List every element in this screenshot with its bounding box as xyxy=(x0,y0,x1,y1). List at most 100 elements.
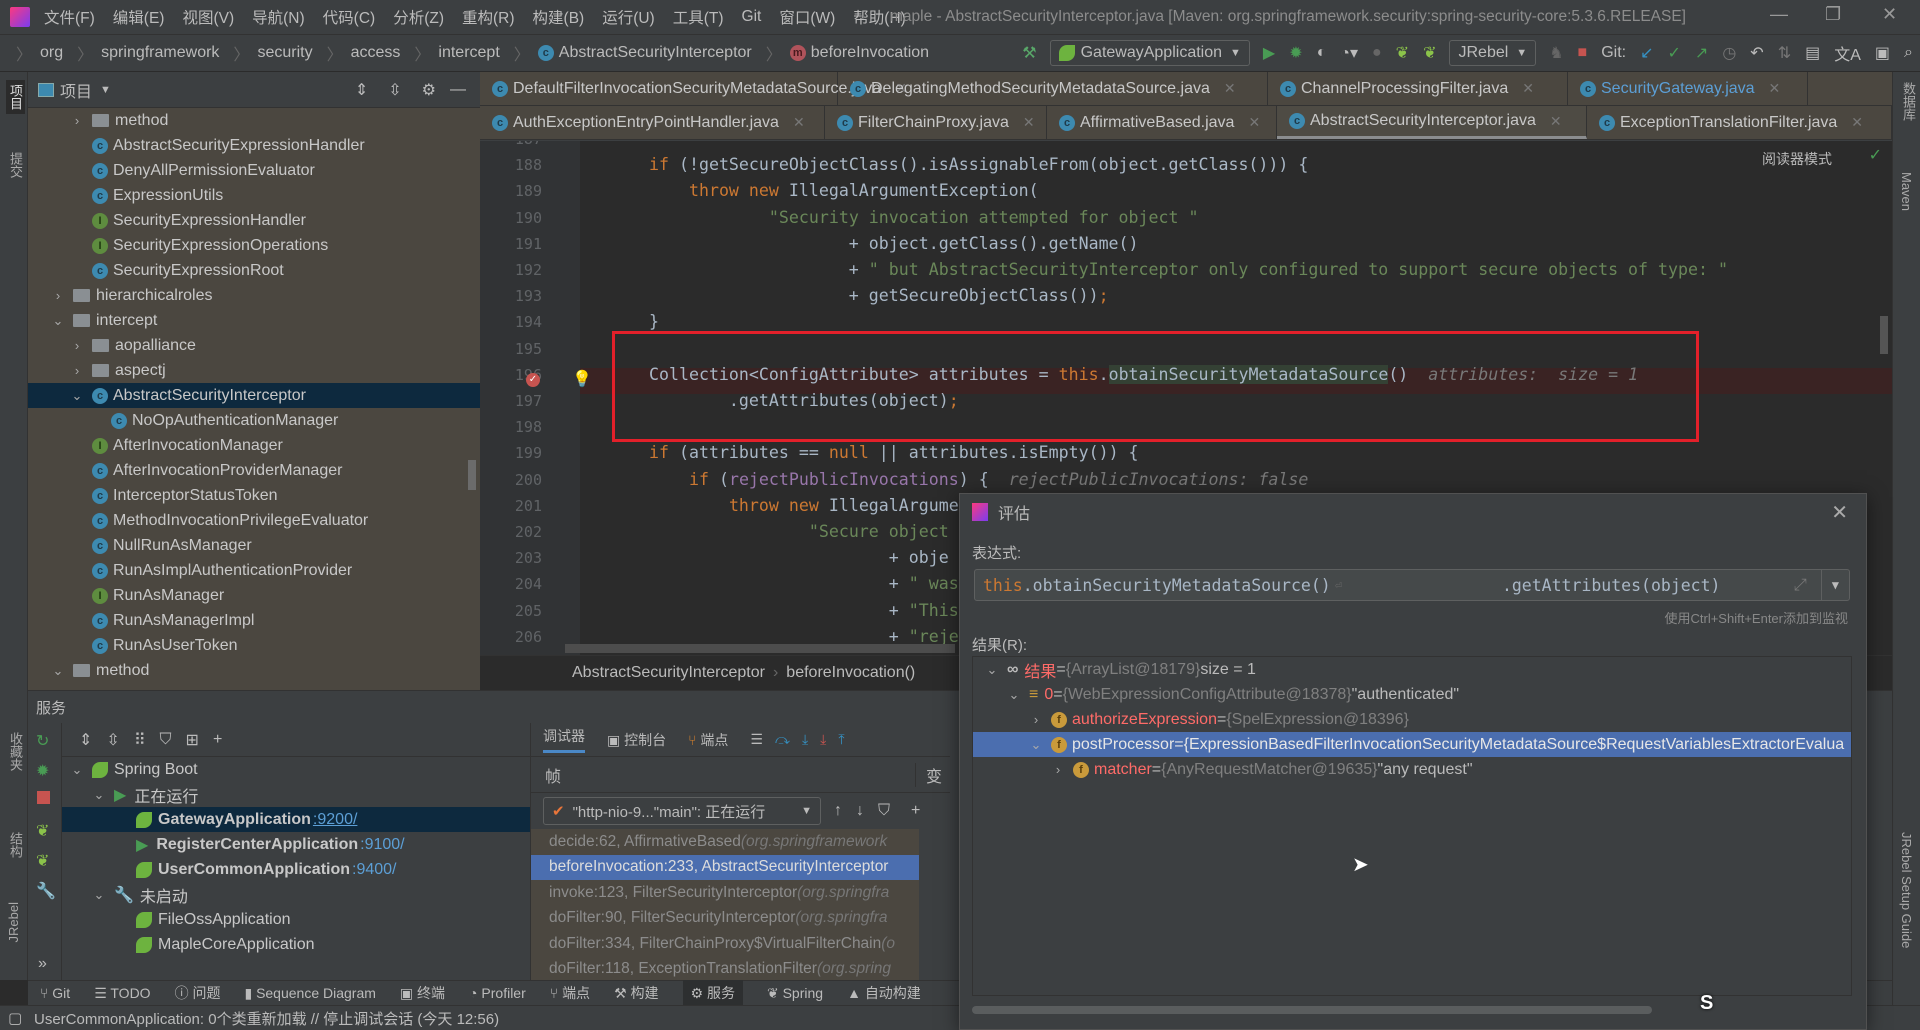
menu-item[interactable]: 视图(V) xyxy=(182,6,234,28)
build-hammer-icon[interactable]: ⚒ xyxy=(1022,43,1036,63)
tree-item[interactable]: c AfterInvocationProviderManager xyxy=(28,458,480,483)
jrebel-run-icon[interactable]: ❦ xyxy=(36,821,49,841)
expand-all-icon[interactable]: ⇕ xyxy=(79,730,92,750)
stack-frame[interactable]: decide:62, AffirmativeBased (org.springf… xyxy=(531,829,919,855)
jrebel-tool-tab[interactable]: JRebel xyxy=(6,902,21,942)
menu-item[interactable]: 重构(R) xyxy=(462,6,515,28)
expand-all-icon[interactable]: ⇕ xyxy=(355,80,368,100)
tree-item[interactable]: › method xyxy=(28,108,480,133)
menu-item[interactable]: Git xyxy=(742,8,762,26)
tree-item[interactable]: c ExpressionUtils xyxy=(28,183,480,208)
menu-item[interactable]: 运行(U) xyxy=(602,6,655,28)
service-item[interactable]: ⌄ 🔧 未启动 xyxy=(62,882,530,907)
tool-window-button[interactable]: ☰ TODO xyxy=(94,985,150,1002)
close-tab-icon[interactable]: ✕ xyxy=(1851,114,1863,131)
git-update-icon[interactable]: ↙ xyxy=(1640,43,1653,63)
tree-item[interactable]: c RunAsUserToken xyxy=(28,633,480,658)
menu-item[interactable]: 编辑(E) xyxy=(113,6,165,28)
maximize-button[interactable]: ❐ xyxy=(1825,4,1841,25)
close-icon[interactable]: ✕ xyxy=(1831,500,1848,525)
project-scrollbar[interactable] xyxy=(468,460,476,490)
chevron-icon[interactable]: ⌄ xyxy=(51,663,65,679)
result-row[interactable]: ⌄ ∞ 结果 = {ArrayList@18179} size = 1 xyxy=(973,657,1851,682)
result-row[interactable]: › f matcher = {AnyRequestMatcher@19635} "a… xyxy=(973,757,1851,782)
menu-item[interactable]: 代码(C) xyxy=(323,6,376,28)
tree-item[interactable]: c RunAsManagerImpl xyxy=(28,608,480,633)
git-commit-icon[interactable]: ✓ xyxy=(1668,43,1681,63)
jrebel-guide-tool-tab[interactable]: JRebel Setup Guide xyxy=(1899,832,1914,948)
project-tool-tab[interactable]: 项目 xyxy=(6,80,25,114)
service-item[interactable]: GatewayApplication:9200/ xyxy=(62,807,530,832)
search-icon[interactable]: ⌕ xyxy=(1904,44,1913,62)
chevron-icon[interactable]: ⌄ xyxy=(92,787,106,803)
stack-frame[interactable]: doFilter:334, FilterChainProxy$VirtualFi… xyxy=(531,931,919,957)
tree-item[interactable]: I SecurityExpressionOperations xyxy=(28,233,480,258)
git-push-icon[interactable]: ↗ xyxy=(1695,43,1708,63)
tree-item[interactable]: c SecurityExpressionRoot xyxy=(28,258,480,283)
structure-tool-tab[interactable]: 结构 xyxy=(6,832,25,858)
tree-item[interactable]: c AbstractSecurityExpressionHandler xyxy=(28,133,480,158)
editor-tab[interactable]: c SecurityGateway.java ✕ xyxy=(1568,72,1808,105)
more-icon[interactable]: » xyxy=(38,955,47,973)
new-tab-icon[interactable]: ⊞ xyxy=(186,730,199,750)
run-config-dropdown[interactable]: GatewayApplication ▼ xyxy=(1049,40,1250,66)
chevron-icon[interactable]: › xyxy=(70,113,84,128)
status-panel-icon[interactable]: ▢ xyxy=(8,1009,22,1027)
tool-window-button[interactable]: ▮ Sequence Diagram xyxy=(244,985,375,1002)
add-watch-icon[interactable]: + xyxy=(911,802,920,820)
tree-item[interactable]: ⌄ c AbstractSecurityInterceptor xyxy=(28,383,480,408)
tree-item[interactable]: c DenyAllPermissionEvaluator xyxy=(28,158,480,183)
service-port-link[interactable]: :9200/ xyxy=(313,811,357,829)
close-tab-icon[interactable]: ✕ xyxy=(1224,80,1236,97)
wrench-icon[interactable]: 🔧 xyxy=(36,881,56,901)
tree-item[interactable]: › aopalliance xyxy=(28,333,480,358)
chevron-icon[interactable]: ⌄ xyxy=(1007,687,1021,703)
tree-item[interactable]: › aspectj xyxy=(28,358,480,383)
service-item[interactable]: UserCommonApplication:9400/ xyxy=(62,857,530,882)
project-structure-icon[interactable]: ▤ xyxy=(1805,43,1820,63)
rerun-icon[interactable]: ↻ xyxy=(36,731,49,751)
tree-item[interactable]: c InterceptorStatusToken xyxy=(28,483,480,508)
collapse-all-icon[interactable]: ⇳ xyxy=(388,80,401,100)
expression-input[interactable]: this .obtainSecurityMetadataSource() ⏎ .… xyxy=(974,569,1850,601)
chevron-down-icon[interactable]: ▼ xyxy=(100,84,111,96)
tab-debugger[interactable]: 调试器 xyxy=(543,726,585,753)
service-item[interactable]: ▶ RegisterCenterApplication:9100/ xyxy=(62,832,530,857)
menu-item[interactable]: 文件(F) xyxy=(44,6,95,28)
breakpoint-icon[interactable]: ✓ xyxy=(526,373,540,387)
profile-icon[interactable]: ◔▾ xyxy=(1340,43,1358,63)
history-icon[interactable]: ◷ xyxy=(1722,43,1736,63)
evaluate-dialog-header[interactable]: 评估 xyxy=(960,494,1866,530)
lightbulb-icon[interactable]: 💡 xyxy=(572,369,592,389)
close-tab-icon[interactable]: ✕ xyxy=(1248,114,1260,131)
menu-item[interactable]: 构建(B) xyxy=(533,6,585,28)
next-frame-icon[interactable]: ↓ xyxy=(856,802,864,820)
editor-crumb-class[interactable]: AbstractSecurityInterceptor xyxy=(572,664,765,682)
result-hscrollbar[interactable] xyxy=(972,1006,1652,1014)
service-item[interactable]: MapleCoreApplication xyxy=(62,932,530,957)
tree-item[interactable]: c NullRunAsManager xyxy=(28,533,480,558)
step-out-icon[interactable]: ⤒ xyxy=(838,731,844,748)
tool-window-button[interactable]: ▣ 终端 xyxy=(400,983,445,1003)
result-row[interactable]: ⌄ ≡ 0 = {WebExpressionConfigAttribute@1837… xyxy=(973,682,1851,707)
chevron-icon[interactable]: ⌄ xyxy=(70,388,84,404)
tree-item[interactable]: ⌄ intercept xyxy=(28,308,480,333)
tool-window-button[interactable]: ⚙ 服务 xyxy=(682,980,743,1006)
tree-item[interactable]: c MethodInvocationPrivilegeEvaluator xyxy=(28,508,480,533)
stack-frame[interactable]: doFilter:90, FilterSecurityInterceptor (… xyxy=(531,905,919,931)
tool-window-button[interactable]: ⑂ 端点 xyxy=(550,983,590,1003)
tool-window-button[interactable]: ⑂ Git xyxy=(40,985,70,1001)
jrebel-logo-icon[interactable]: ♞ xyxy=(1549,43,1563,63)
jrebel-run-icon[interactable]: ❦ xyxy=(1396,43,1409,63)
stop-icon[interactable]: ■ xyxy=(1578,44,1588,62)
minimize-button[interactable]: — xyxy=(1770,4,1788,25)
layout-icon[interactable]: ☰ xyxy=(750,731,763,748)
service-item[interactable]: ⌄ Spring Boot xyxy=(62,757,530,782)
tab-console[interactable]: ▣ 控制台 xyxy=(607,730,666,750)
editor-vscrollbar[interactable] xyxy=(1880,316,1888,354)
diff-icon[interactable]: ⇅ xyxy=(1778,43,1791,63)
breadcrumb-class[interactable]: AbstractSecurityInterceptor xyxy=(559,44,752,62)
attach-icon[interactable]: ● xyxy=(1372,44,1382,62)
database-tool-tab[interactable]: 数据库 xyxy=(1899,82,1918,121)
breadcrumb-item[interactable]: security xyxy=(257,44,312,62)
